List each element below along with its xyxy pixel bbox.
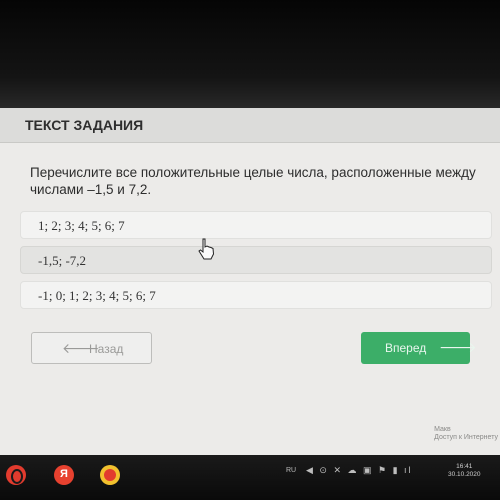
activation-watermark: Макв Доступ к Интернету bbox=[434, 426, 498, 442]
watermark-line-1: Макв bbox=[434, 426, 451, 433]
answer-option-label: -1; 0; 1; 2; 3; 4; 5; 6; 7 bbox=[38, 288, 156, 303]
back-button-label: Назад bbox=[89, 342, 124, 356]
arrow-right-icon: 🡒 bbox=[439, 339, 477, 355]
next-button[interactable]: Вперед 🡒 bbox=[361, 332, 477, 364]
clock-date: 30.10.2020 bbox=[448, 471, 481, 478]
system-tray-icons[interactable]: ◀ ⊙ ✕ ☁ ▣ ⚑ ▮ ıl bbox=[306, 465, 413, 476]
clock[interactable]: 16:41 30.10.2020 bbox=[448, 463, 481, 479]
answer-option-label: -1,5; -7,2 bbox=[38, 253, 87, 268]
screen-bezel bbox=[0, 0, 500, 110]
next-button-label: Вперед bbox=[385, 341, 427, 355]
opera-icon[interactable] bbox=[6, 465, 26, 485]
language-indicator[interactable]: RU bbox=[286, 467, 296, 474]
clock-time: 16:41 bbox=[456, 463, 473, 470]
answer-option-1[interactable]: 1; 2; 3; 4; 5; 6; 7 bbox=[20, 211, 492, 239]
header-bar: ТЕКСТ ЗАДАНИЯ bbox=[0, 108, 500, 143]
back-button[interactable]: 🡐 Назад bbox=[31, 332, 152, 364]
watermark-line-2: Доступ к Интернету bbox=[434, 434, 498, 441]
yandex-icon[interactable]: Я bbox=[54, 465, 74, 485]
yandex-browser-icon[interactable] bbox=[100, 465, 120, 485]
question-text: Перечислите все положительные целые числ… bbox=[30, 165, 476, 197]
answer-option-3[interactable]: -1; 0; 1; 2; 3; 4; 5; 6; 7 bbox=[20, 281, 492, 309]
yandex-icon-letter: Я bbox=[60, 468, 68, 480]
hand-pointer-icon bbox=[198, 238, 215, 260]
answer-option-label: 1; 2; 3; 4; 5; 6; 7 bbox=[38, 218, 125, 233]
task-screen: ТЕКСТ ЗАДАНИЯ Перечислите все положитель… bbox=[0, 108, 500, 455]
page-title: ТЕКСТ ЗАДАНИЯ bbox=[25, 117, 144, 133]
answer-option-2[interactable]: -1,5; -7,2 bbox=[20, 246, 492, 274]
taskbar: Я RU ◀ ⊙ ✕ ☁ ▣ ⚑ ▮ ıl 16:41 30.10.2020 bbox=[0, 455, 500, 500]
